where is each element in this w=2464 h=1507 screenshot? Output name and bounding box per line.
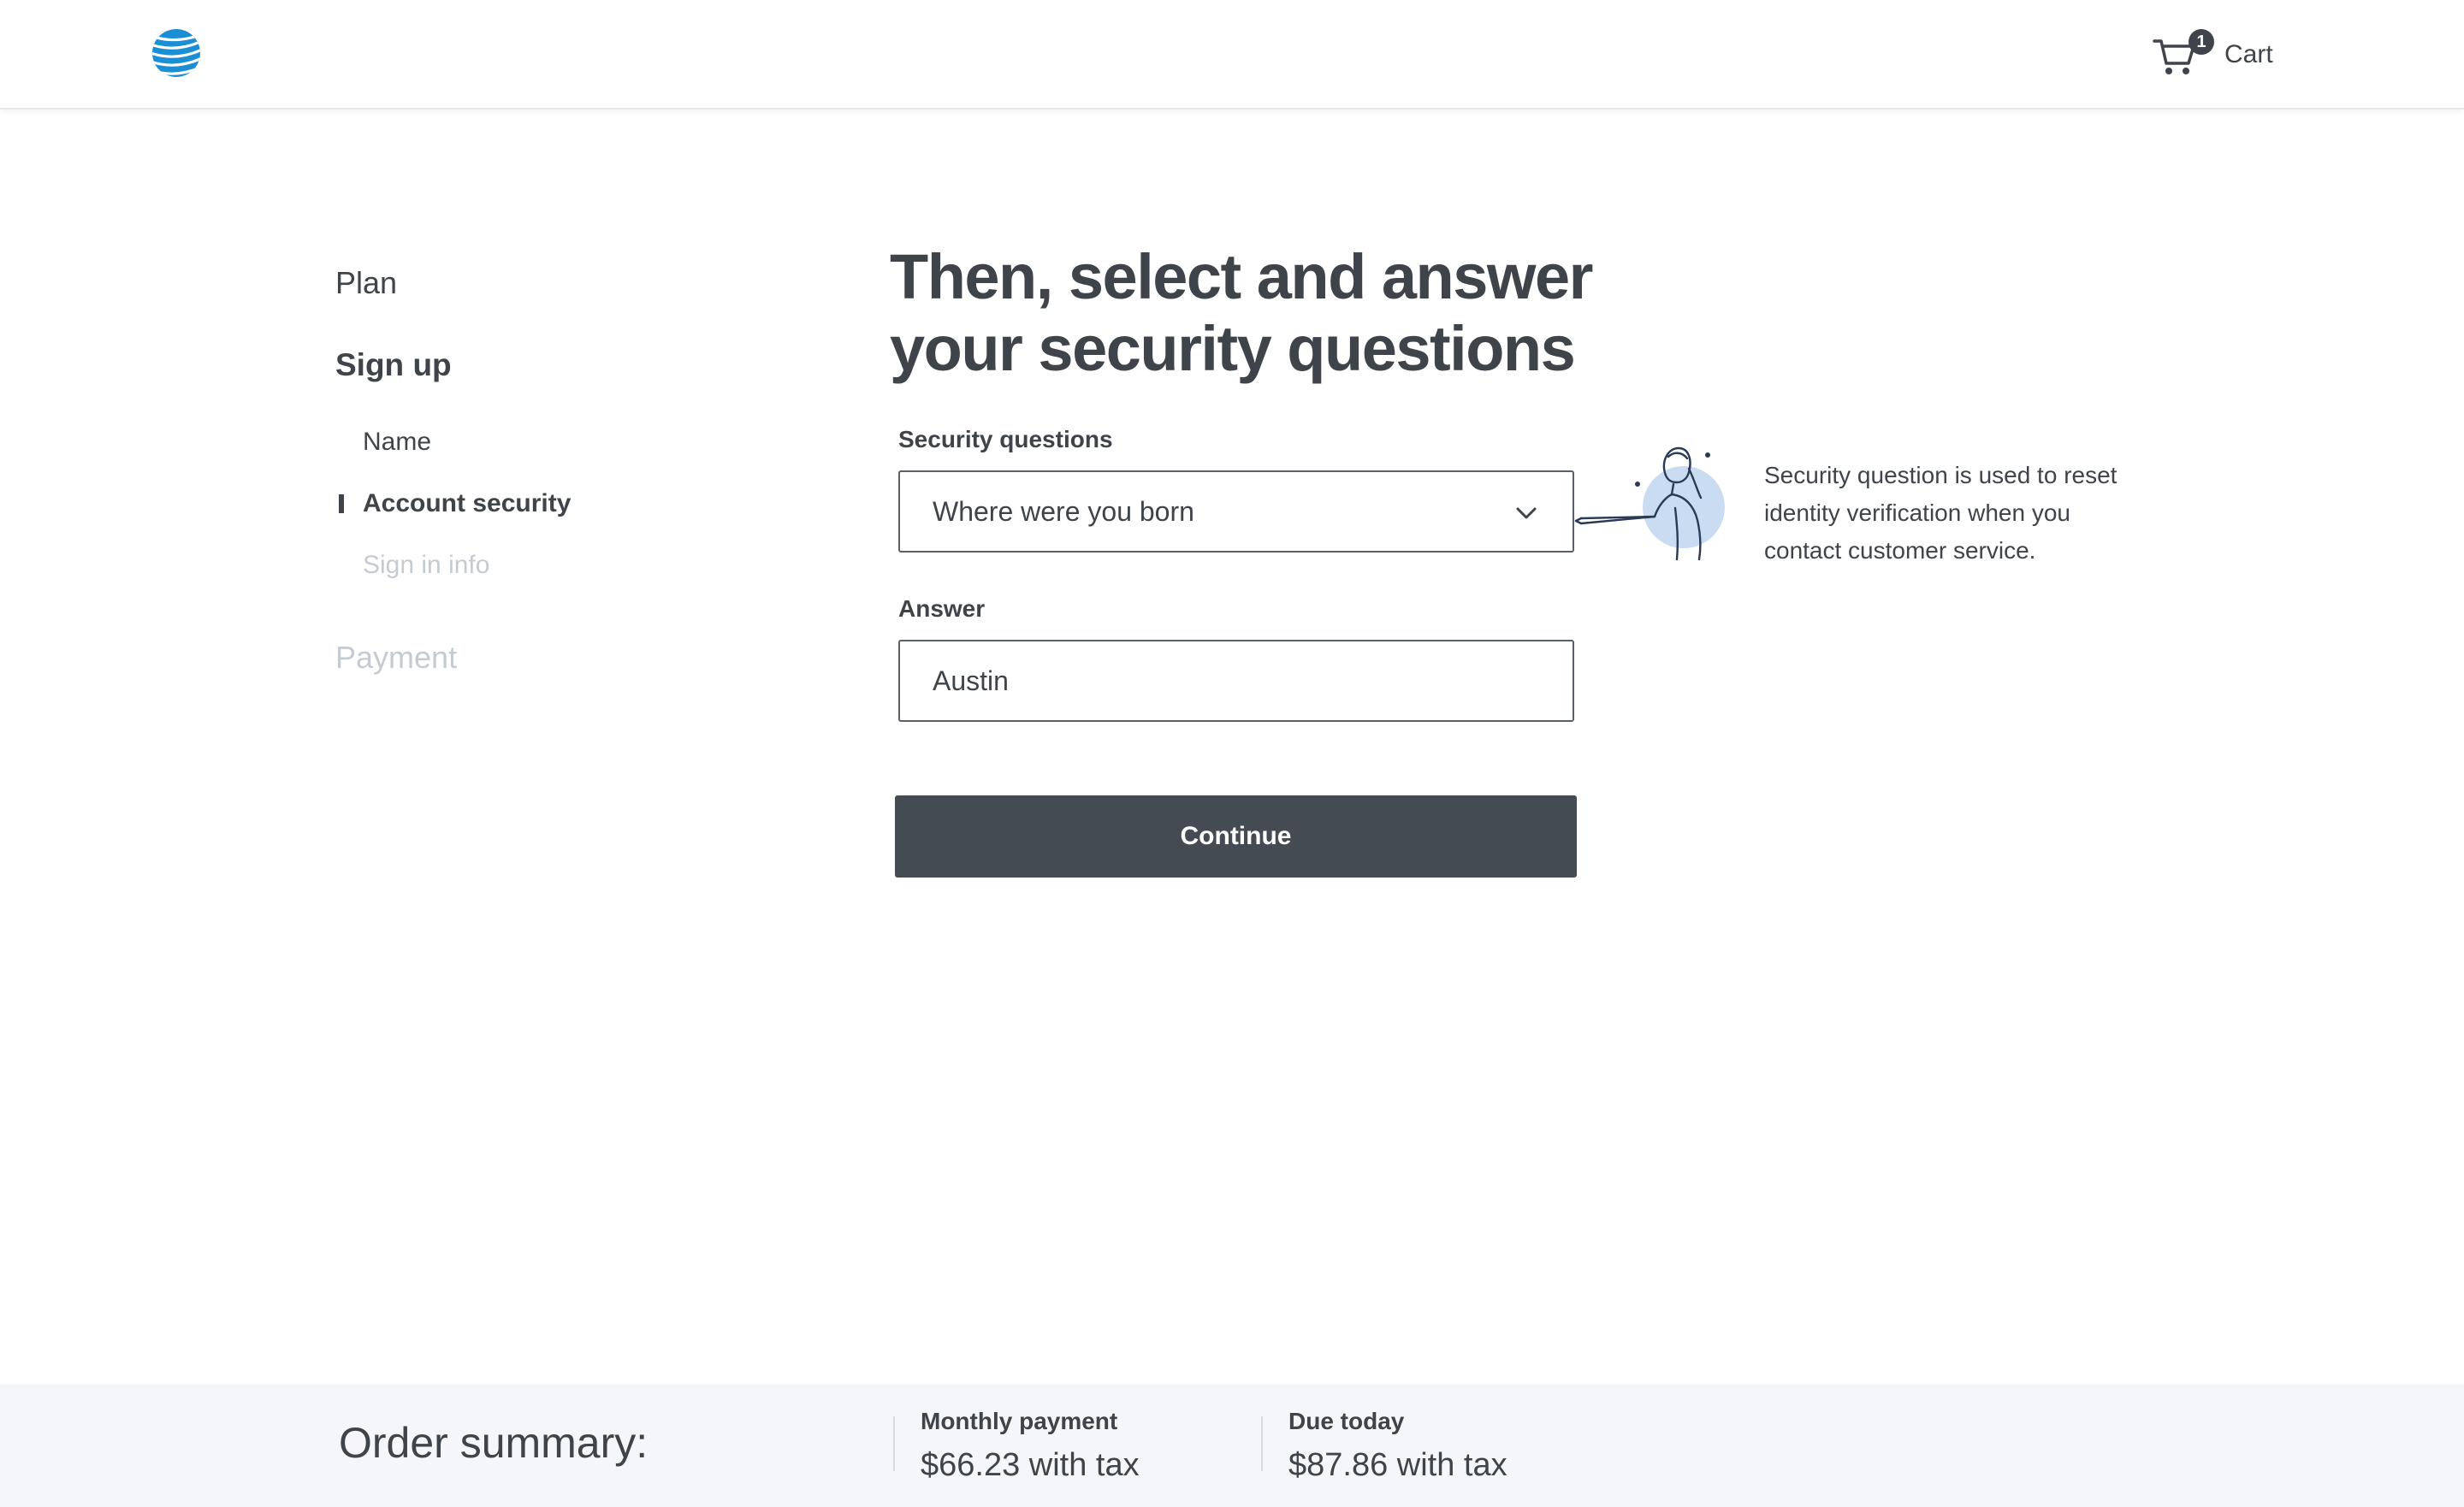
step-plan[interactable]: Plan <box>335 265 397 301</box>
step-payment: Payment <box>335 640 458 675</box>
security-question-select[interactable]: Where were you born <box>898 470 1574 553</box>
order-summary-bar: Order summary: Monthly payment $66.23 wi… <box>0 1384 2464 1507</box>
cart-icon: 1 <box>2151 29 2214 79</box>
due-today-label: Due today <box>1288 1408 1405 1434</box>
substep-name[interactable]: Name <box>363 428 431 457</box>
security-question-selected-value: Where were you born <box>933 495 1194 527</box>
cart-button[interactable]: 1 Cart <box>2151 29 2273 80</box>
answer-input[interactable] <box>898 640 1574 722</box>
substep-account-security: Account security <box>363 489 572 517</box>
summary-divider <box>1261 1416 1263 1471</box>
cart-label: Cart <box>2224 40 2273 68</box>
monthly-payment-value: $66.23 with tax <box>921 1447 1140 1483</box>
security-question-help-text: Security question is used to reset ident… <box>1764 462 2118 564</box>
substep-sign-in-info: Sign in info <box>363 551 490 579</box>
chevron-down-icon <box>1516 507 1537 519</box>
answer-label: Answer <box>898 595 986 622</box>
summary-divider <box>893 1416 895 1471</box>
due-today-value: $87.86 with tax <box>1288 1447 1507 1483</box>
continue-button[interactable]: Continue <box>895 795 1577 878</box>
person-pointing-illustration <box>1574 446 1725 561</box>
security-questions-label: Security questions <box>898 426 1113 452</box>
order-summary-title[interactable]: Order summary: <box>339 1418 648 1468</box>
step-sign-up: Sign up <box>335 347 452 382</box>
att-logo-icon[interactable] <box>151 27 202 79</box>
active-step-indicator <box>339 494 344 513</box>
top-navigation-bar: 1 Cart <box>0 0 2464 109</box>
cart-count-badge: 1 <box>2189 29 2214 55</box>
monthly-payment-label: Monthly payment <box>921 1408 1118 1434</box>
page-title: Then, select and answer your security qu… <box>890 241 1593 384</box>
